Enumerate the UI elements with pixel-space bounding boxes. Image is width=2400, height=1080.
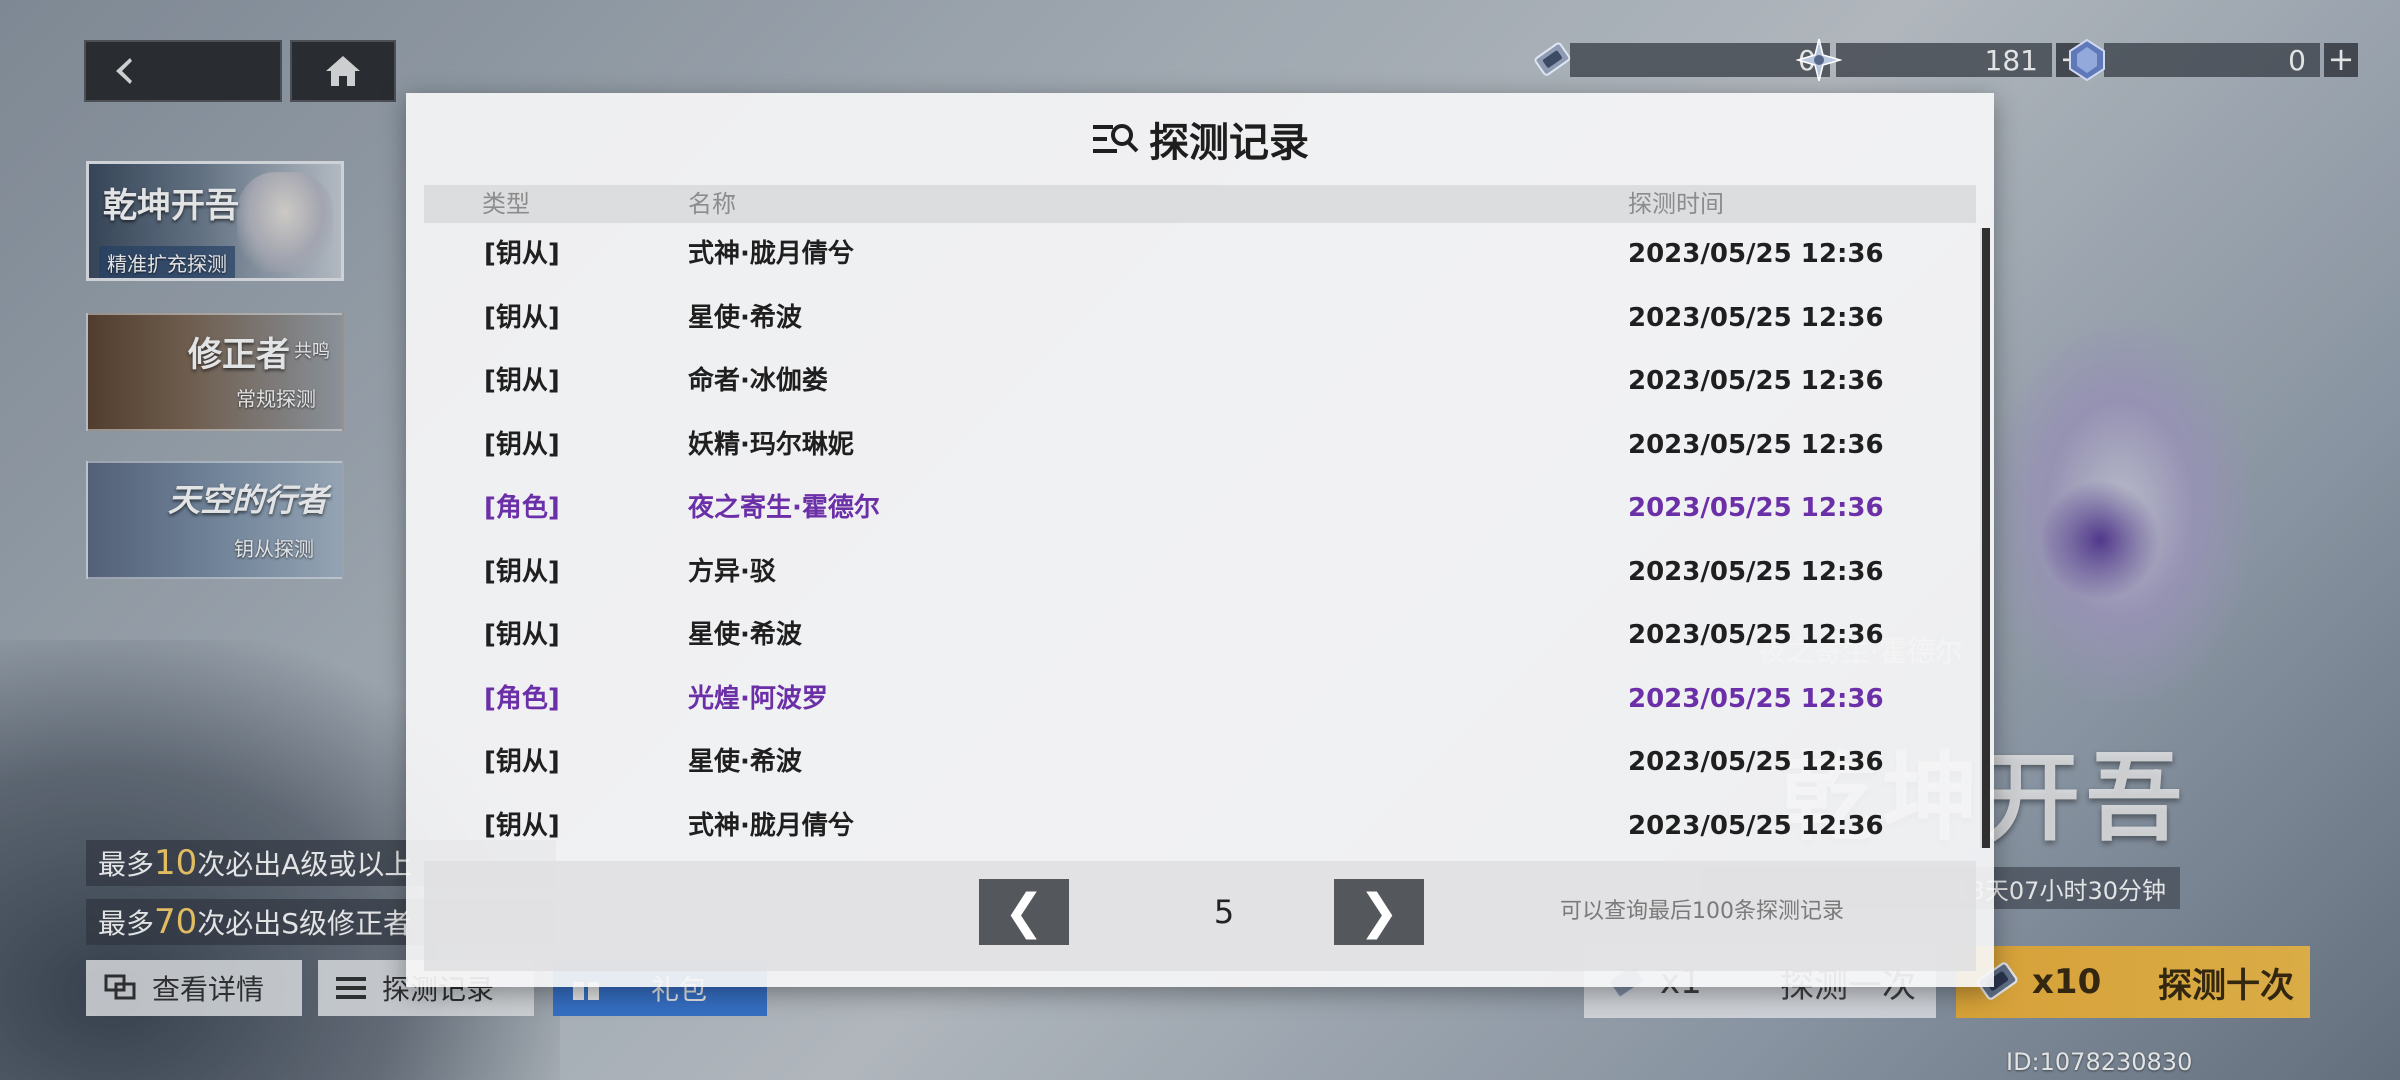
previous-page-button[interactable]: ❮ [979,879,1069,945]
record-name: 光煌·阿波罗 [688,683,828,714]
pagination-bar: ❮ 5 ❯ 可以查询最后100条探测记录 [424,861,1976,971]
record-name: 式神·胧月倩兮 [688,239,854,269]
record-time: 2023/05/25 12:36 [1628,747,1884,777]
table-row: [钥从] 方异·驳 2023/05/25 12:36 [424,541,1976,605]
table-row: [钥从] 式神·胧月倩兮 2023/05/25 12:36 [424,795,1976,859]
record-time: 2023/05/25 12:36 [1628,493,1884,523]
record-name: 星使·希波 [688,620,802,650]
column-header-name: 名称 [688,190,736,218]
record-type: [钥从] [484,302,560,333]
column-header-type: 类型 [482,190,530,218]
record-time: 2023/05/25 12:36 [1628,556,1884,587]
star-crystal-icon [1796,38,1842,82]
table-header: 类型 名称 探测时间 [424,185,1976,223]
record-search-icon [1093,124,1139,153]
record-name: 命者·冰伽娄 [688,366,828,396]
table-row: [钥从] 星使·希波 2023/05/25 12:36 [424,604,1976,668]
record-type: [钥从] [484,810,560,841]
table-row: [钥从] 妖精·玛尔琳妮 2023/05/25 12:36 [424,414,1976,478]
dialog-title: 探测记录 [406,111,1994,167]
table-row: [钥从] 星使·希波 2023/05/25 12:36 [424,731,1976,795]
current-page-number: 5 [1213,893,1235,931]
record-name: 妖精·玛尔琳妮 [688,429,854,460]
scrollbar-thumb[interactable] [1982,228,1990,848]
table-row: [钥从] 星使·希波 2023/05/25 12:36 [424,287,1976,351]
dialog-title-text: 探测记录 [1149,120,1309,166]
record-type: [钥从] [484,620,560,650]
record-time: 2023/05/25 12:36 [1628,366,1884,396]
record-time: 2023/05/25 12:36 [1628,810,1884,841]
blue-crystal-icon [2069,38,2105,82]
record-time: 2023/05/25 12:36 [1628,302,1884,333]
next-page-button[interactable]: ❯ [1334,879,1424,945]
record-time: 2023/05/25 12:36 [1628,620,1884,650]
record-list[interactable]: [钥从] 式神·胧月倩兮 2023/05/25 12:36 [钥从] 星使·希波 202… [424,223,1976,859]
record-type: [钥从] [484,366,560,396]
record-type: [钥从] [484,556,560,587]
detection-record-dialog: 探测记录 类型 名称 探测时间 [钥从] 式神·胧月倩兮 2023/05/25 12… [406,93,1994,987]
record-type: [钥从] [484,429,560,460]
record-type: [角色] [484,493,560,523]
record-name: 夜之寄生·霍德尔 [688,493,880,523]
table-row: [钥从] 式神·胧月倩兮 2023/05/25 12:36 [424,223,1976,287]
record-time: 2023/05/25 12:36 [1628,429,1884,460]
table-row: [钥从] 命者·冰伽娄 2023/05/25 12:36 [424,350,1976,414]
column-header-time: 探测时间 [1628,190,1724,218]
record-type: [角色] [484,683,560,714]
record-name: 星使·希波 [688,302,802,333]
record-type: [钥从] [484,747,560,777]
record-limit-note: 可以查询最后100条探测记录 [1560,899,1844,924]
record-time: 2023/05/25 12:36 [1628,683,1884,714]
table-row: [角色] 夜之寄生·霍德尔 2023/05/25 12:36 [424,477,1976,541]
ticket-icon [1534,42,1571,76]
record-name: 星使·希波 [688,747,802,777]
record-name: 方异·驳 [688,556,776,587]
record-type: [钥从] [484,239,560,269]
table-row: [角色] 光煌·阿波罗 2023/05/25 12:36 [424,668,1976,732]
record-time: 2023/05/25 12:36 [1628,239,1884,269]
record-name: 式神·胧月倩兮 [688,810,854,841]
